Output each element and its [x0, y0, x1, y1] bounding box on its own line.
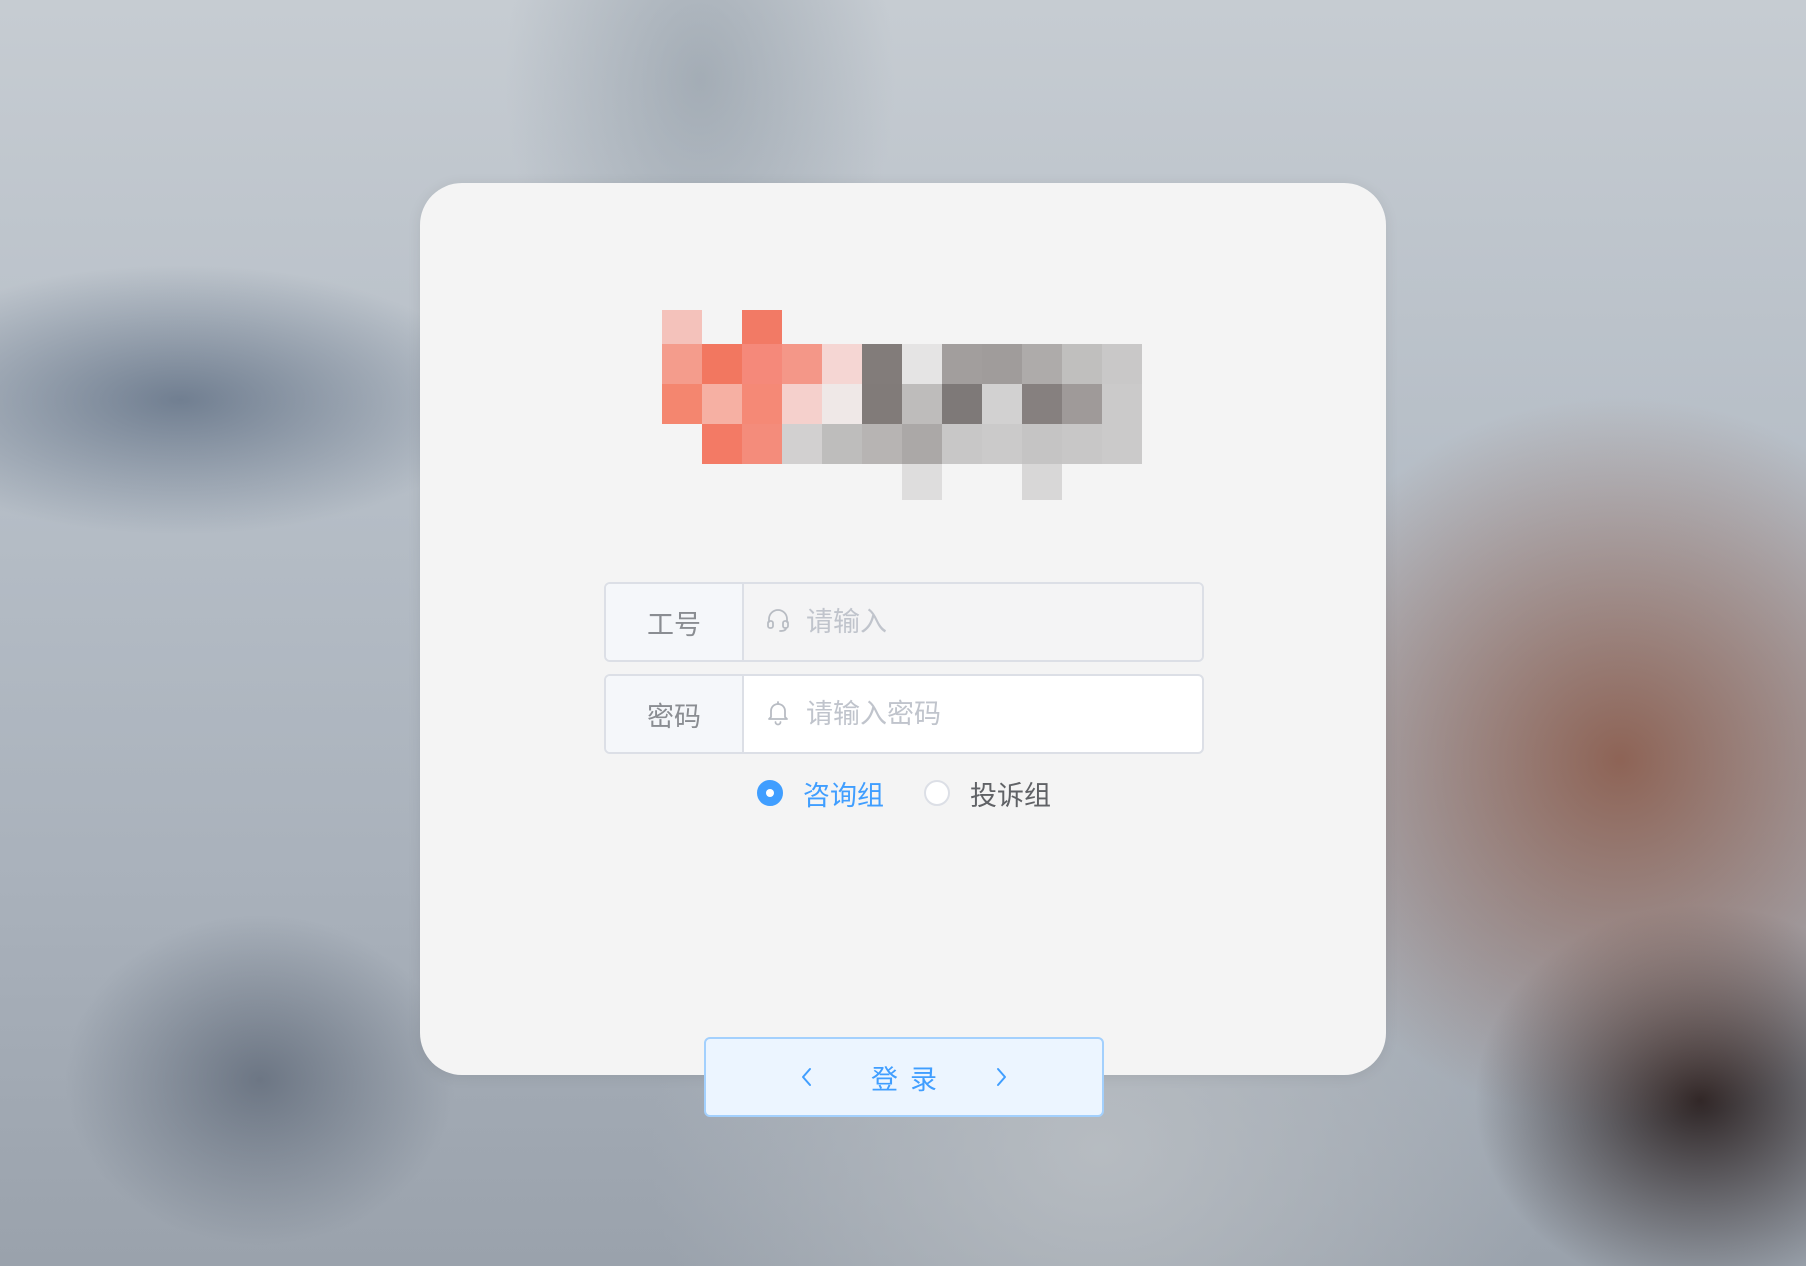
radio-consult-group[interactable]: 咨询组 — [757, 774, 884, 813]
radio-complaint-label: 投诉组 — [970, 780, 1051, 812]
radio-unchecked-icon — [924, 780, 950, 806]
group-radio-group: 咨询组 投诉组 — [604, 768, 1204, 818]
brand-logo — [662, 310, 1162, 510]
chevron-right-icon — [997, 1068, 1006, 1086]
login-form: 工号 密码 — [604, 582, 1204, 1117]
login-card: 工号 密码 — [420, 183, 1386, 1117]
radio-consult-label: 咨询组 — [803, 780, 884, 812]
login-button-label: 登录 — [871, 1064, 949, 1096]
headset-icon — [764, 606, 792, 638]
employee-id-input[interactable] — [804, 605, 1188, 639]
employee-id-field: 工号 — [604, 582, 1204, 662]
radio-checked-icon — [757, 780, 783, 806]
password-field: 密码 — [604, 674, 1204, 754]
password-input[interactable] — [804, 697, 1188, 731]
bell-icon — [764, 698, 792, 730]
chevron-left-icon — [802, 1068, 811, 1086]
radio-complaint-group[interactable]: 投诉组 — [924, 774, 1051, 813]
login-button[interactable]: 登录 — [704, 1037, 1104, 1117]
employee-id-label: 工号 — [606, 584, 744, 660]
password-label: 密码 — [606, 676, 744, 752]
